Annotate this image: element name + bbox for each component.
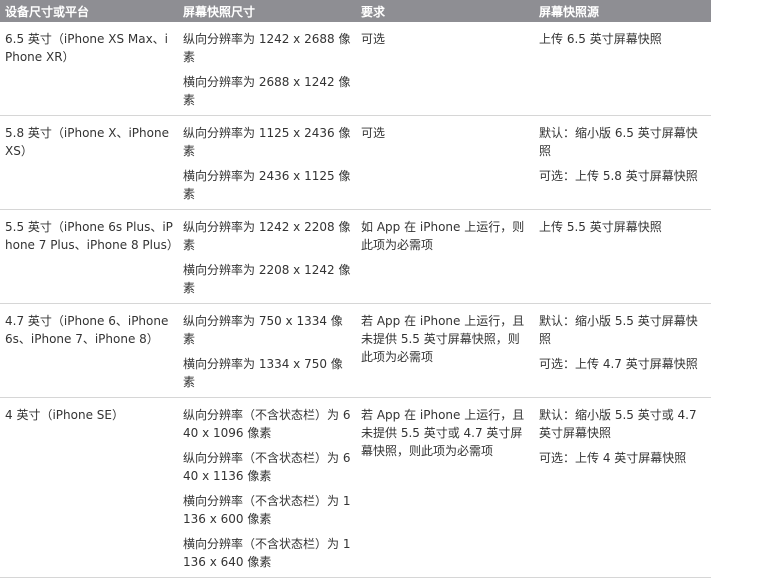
size-spec: 纵向分辨率为 1242 x 2208 像素 [183,220,351,252]
device-cell: 5.8 英寸（iPhone X、iPhone XS） [0,115,178,210]
size-cell: 纵向分辨率为 1242 x 2688 像素 横向分辨率为 2688 x 1242… [178,22,356,116]
requirement-cell: 如 App 在 iPhone 上运行，则此项为必需项 [356,209,534,304]
header-requirement: 要求 [356,0,534,22]
size-spec: 纵向分辨率（不含状态栏）为 640 x 1136 像素 [183,451,351,483]
header-screenshot-size: 屏幕快照尺寸 [178,0,356,22]
device-cell: 4.7 英寸（iPhone 6、iPhone 6s、iPhone 7、iPhon… [0,303,178,398]
size-spec: 纵向分辨率（不含状态栏）为 640 x 1096 像素 [183,408,351,440]
source-spec: 可选：上传 4 英寸屏幕快照 [539,451,687,465]
source-spec: 默认：缩小版 5.5 英寸屏幕快照 [539,314,698,346]
device-cell: 4 英寸（iPhone SE） [0,397,178,578]
table-body: 6.5 英寸（iPhone XS Max、iPhone XR） 纵向分辨率为 1… [0,22,711,578]
source-spec: 默认：缩小版 5.5 英寸或 4.7 英寸屏幕快照 [539,408,697,440]
table-row: 4.7 英寸（iPhone 6、iPhone 6s、iPhone 7、iPhon… [0,303,711,398]
table-row: 6.5 英寸（iPhone XS Max、iPhone XR） 纵向分辨率为 1… [0,22,711,116]
table-row: 4 英寸（iPhone SE） 纵向分辨率（不含状态栏）为 640 x 1096… [0,397,711,578]
size-cell: 纵向分辨率（不含状态栏）为 640 x 1096 像素 纵向分辨率（不含状态栏）… [178,397,356,578]
device-cell: 5.5 英寸（iPhone 6s Plus、iPhone 7 Plus、iPho… [0,209,179,304]
source-cell: 默认：缩小版 6.5 英寸屏幕快照 可选：上传 5.8 英寸屏幕快照 [534,115,711,210]
size-spec: 横向分辨率为 2208 x 1242 像素 [183,263,351,295]
size-cell: 纵向分辨率为 1125 x 2436 像素 横向分辨率为 2436 x 1125… [178,115,356,210]
screenshot-spec-table: 设备尺寸或平台 屏幕快照尺寸 要求 屏幕快照源 6.5 英寸（iPhone XS… [0,0,711,578]
size-spec: 纵向分辨率为 750 x 1334 像素 [183,314,343,346]
header-row: 设备尺寸或平台 屏幕快照尺寸 要求 屏幕快照源 [0,0,711,22]
source-cell: 上传 6.5 英寸屏幕快照 [534,22,711,116]
table-header: 设备尺寸或平台 屏幕快照尺寸 要求 屏幕快照源 [0,0,711,22]
source-spec: 可选：上传 4.7 英寸屏幕快照 [539,357,698,371]
size-cell: 纵向分辨率为 1242 x 2208 像素 横向分辨率为 2208 x 1242… [178,209,356,304]
size-spec: 纵向分辨率为 1125 x 2436 像素 [183,126,351,158]
size-spec: 横向分辨率为 2688 x 1242 像素 [183,75,351,107]
requirement-cell: 若 App 在 iPhone 上运行，且未提供 5.5 英寸或 4.7 英寸屏幕… [356,397,534,578]
size-spec: 纵向分辨率为 1242 x 2688 像素 [183,32,351,64]
size-spec: 横向分辨率为 1334 x 750 像素 [183,357,343,389]
source-cell: 默认：缩小版 5.5 英寸屏幕快照 可选：上传 4.7 英寸屏幕快照 [534,303,711,398]
size-spec: 横向分辨率为 2436 x 1125 像素 [183,169,351,201]
source-spec: 可选：上传 5.8 英寸屏幕快照 [539,169,698,183]
source-spec: 上传 5.5 英寸屏幕快照 [539,220,662,234]
table-row: 5.8 英寸（iPhone X、iPhone XS） 纵向分辨率为 1125 x… [0,115,711,210]
requirement-cell: 可选 [356,22,534,116]
requirement-cell: 若 App 在 iPhone 上运行，且未提供 5.5 英寸屏幕快照，则此项为必… [356,303,534,398]
source-spec: 上传 6.5 英寸屏幕快照 [539,32,662,46]
header-device: 设备尺寸或平台 [0,0,178,22]
size-spec: 横向分辨率（不含状态栏）为 1136 x 600 像素 [183,494,351,526]
table-row: 5.5 英寸（iPhone 6s Plus、iPhone 7 Plus、iPho… [0,209,711,304]
size-spec: 横向分辨率（不含状态栏）为 1136 x 640 像素 [183,537,351,569]
header-screenshot-source: 屏幕快照源 [534,0,711,22]
device-cell: 6.5 英寸（iPhone XS Max、iPhone XR） [0,22,178,116]
source-cell: 默认：缩小版 5.5 英寸或 4.7 英寸屏幕快照 可选：上传 4 英寸屏幕快照 [534,397,711,578]
source-spec: 默认：缩小版 6.5 英寸屏幕快照 [539,126,698,158]
source-cell: 上传 5.5 英寸屏幕快照 [534,209,711,304]
requirement-cell: 可选 [356,115,534,210]
size-cell: 纵向分辨率为 750 x 1334 像素 横向分辨率为 1334 x 750 像… [178,303,356,398]
